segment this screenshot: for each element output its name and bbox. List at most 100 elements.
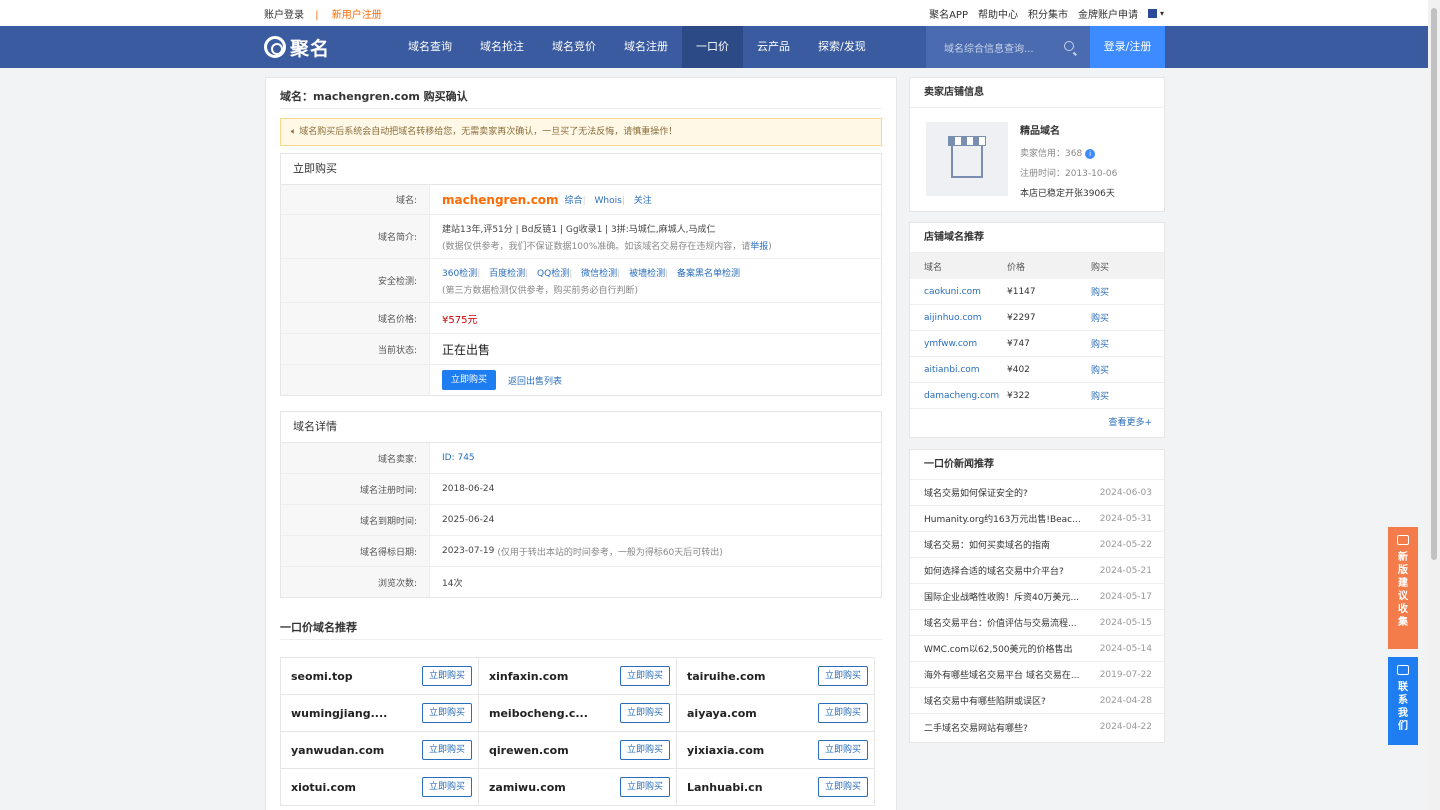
- check-wechat-link[interactable]: 微信检测: [581, 269, 617, 279]
- news-headline[interactable]: 二手域名交易网站有哪些?: [924, 721, 1082, 734]
- news-item[interactable]: 域名交易：如何买卖域名的指南 2024-05-22: [910, 532, 1164, 558]
- recommend-domain[interactable]: aiyaya.com: [687, 707, 757, 720]
- recommend-domain[interactable]: qirewen.com: [489, 744, 569, 757]
- store-domain-buy-link[interactable]: 购买: [1091, 389, 1151, 402]
- recommend-buy-button[interactable]: 立即购买: [817, 740, 868, 760]
- recommend-buy-button[interactable]: 立即购买: [619, 666, 670, 686]
- news-date: 2024-05-22: [1099, 539, 1152, 550]
- recommend-domain[interactable]: yanwudan.com: [291, 744, 384, 757]
- points-link[interactable]: 积分集市: [1028, 6, 1068, 21]
- recommend-buy-button[interactable]: 立即购买: [421, 740, 472, 760]
- recommend-buy-button[interactable]: 立即购买: [619, 703, 670, 723]
- nav-domain-snap[interactable]: 域名抢注: [466, 26, 538, 68]
- check-baidu-link[interactable]: 百度检测: [489, 269, 525, 279]
- store-domain-link[interactable]: damacheng.com: [910, 391, 1007, 401]
- recommend-domain[interactable]: xiotui.com: [291, 781, 356, 794]
- domain-price: ¥575元: [442, 314, 478, 326]
- overview-link[interactable]: 综合: [565, 196, 583, 206]
- recommend-domain[interactable]: seomi.top: [291, 670, 353, 683]
- news-date: 2024-04-28: [1099, 695, 1152, 706]
- recommend-domain[interactable]: meibocheng.c...: [489, 707, 588, 720]
- check-blacklist-link[interactable]: 备案黑名单检测: [677, 269, 740, 279]
- nav-cloud[interactable]: 云产品: [743, 26, 804, 68]
- store-domain-buy-link[interactable]: 购买: [1091, 311, 1151, 324]
- app-link[interactable]: 聚名APP: [929, 6, 968, 21]
- recommend-buy-button[interactable]: 立即购买: [817, 703, 868, 723]
- search-icon[interactable]: [1064, 41, 1074, 51]
- help-link[interactable]: 帮助中心: [978, 6, 1018, 21]
- news-item[interactable]: WMC.com以62,500美元的价格售出 2024-05-14: [910, 636, 1164, 662]
- buy-now-button[interactable]: 立即购买: [442, 370, 497, 390]
- news-item[interactable]: 国际企业战略性收购！斥资40万美元... 2024-05-17: [910, 584, 1164, 610]
- back-to-list-link[interactable]: 返回出售列表: [508, 374, 562, 387]
- recommend-domain[interactable]: tairuihe.com: [687, 670, 766, 683]
- news-headline[interactable]: 域名交易：如何买卖域名的指南: [924, 538, 1082, 551]
- check-qq-link[interactable]: QQ检测: [537, 269, 569, 279]
- theme-swatch-icon[interactable]: [1147, 8, 1157, 18]
- login-register-button[interactable]: 登录/注册: [1090, 26, 1165, 68]
- seller-id-link[interactable]: ID: 745: [442, 453, 475, 463]
- register-link[interactable]: 新用户注册: [332, 10, 382, 21]
- recommend-domain[interactable]: zamiwu.com: [489, 781, 566, 794]
- recommend-buy-button[interactable]: 立即购买: [421, 666, 472, 686]
- see-more-link[interactable]: 查看更多+: [910, 409, 1164, 437]
- check-360-link[interactable]: 360检测: [442, 269, 477, 279]
- news-item[interactable]: 二手域名交易网站有哪些? 2024-04-22: [910, 714, 1164, 740]
- news-headline[interactable]: 国际企业战略性收购！斥资40万美元...: [924, 590, 1082, 603]
- news-headline[interactable]: 如何选择合适的域名交易中介平台?: [924, 564, 1082, 577]
- whois-link[interactable]: Whois: [595, 196, 622, 206]
- nav-fixed-price[interactable]: 一口价: [682, 26, 743, 68]
- recommend-buy-button[interactable]: 立即购买: [817, 777, 868, 797]
- nav-domain-search[interactable]: 域名查询: [394, 26, 466, 68]
- recommend-domain[interactable]: xinfaxin.com: [489, 670, 568, 683]
- store-domain-buy-link[interactable]: 购买: [1091, 337, 1151, 350]
- news-item[interactable]: Humanity.org约163万元出售!Beac... 2024-05-31: [910, 506, 1164, 532]
- news-headline[interactable]: WMC.com以62,500美元的价格售出: [924, 642, 1082, 655]
- news-item[interactable]: 域名交易如何保证安全的? 2024-06-03: [910, 480, 1164, 506]
- nav-explore[interactable]: 探索/发现: [804, 26, 880, 68]
- news-item[interactable]: 域名交易平台：价值评估与交易流程... 2024-05-15: [910, 610, 1164, 636]
- store-domain-link[interactable]: aitianbi.com: [910, 365, 1007, 375]
- recommend-buy-button[interactable]: 立即购买: [421, 777, 472, 797]
- news-headline[interactable]: 域名交易中有哪些陷阱或误区?: [924, 694, 1082, 707]
- store-domain-link[interactable]: ymfww.com: [910, 339, 1007, 349]
- nav-domain-auction[interactable]: 域名竞价: [538, 26, 610, 68]
- news-headline[interactable]: 域名交易平台：价值评估与交易流程...: [924, 616, 1082, 629]
- store-domain-link[interactable]: aijinhuo.com: [910, 313, 1007, 323]
- recommend-domain[interactable]: wumingjiang....: [291, 707, 387, 720]
- store-name[interactable]: 精品域名: [1020, 122, 1117, 142]
- store-domain-buy-link[interactable]: 购买: [1091, 363, 1151, 376]
- reg-date: 2018-06-24: [442, 484, 495, 494]
- news-item[interactable]: 域名交易中有哪些陷阱或误区? 2024-04-28: [910, 688, 1164, 714]
- recommend-buy-button[interactable]: 立即购买: [619, 740, 670, 760]
- detail-panel: 域名详情 域名卖家: ID: 745 域名注册时间: 2018-06-24 域名到期…: [280, 411, 882, 598]
- nav-domain-register[interactable]: 域名注册: [610, 26, 682, 68]
- chevron-down-icon[interactable]: ▾: [1160, 9, 1164, 18]
- brand-logo[interactable]: 聚名: [264, 34, 330, 60]
- recommend-item: tairuihe.com 立即购买: [677, 658, 875, 695]
- store-domain-link[interactable]: caokuni.com: [910, 287, 1007, 297]
- gold-account-link[interactable]: 金牌账户申请: [1078, 6, 1138, 21]
- store-domain-buy-link[interactable]: 购买: [1091, 285, 1151, 298]
- recommend-domain[interactable]: Lanhuabi.cn: [687, 781, 763, 794]
- news-item[interactable]: 如何选择合适的域名交易中介平台? 2024-05-21: [910, 558, 1164, 584]
- report-link[interactable]: 举报: [750, 242, 768, 252]
- news-headline[interactable]: 域名交易如何保证安全的?: [924, 486, 1082, 499]
- recommend-buy-button[interactable]: 立即购买: [817, 666, 868, 686]
- contact-button[interactable]: 联系我们: [1388, 657, 1418, 745]
- table-row: ymfww.com ¥747 购买: [910, 331, 1164, 357]
- info-icon[interactable]: i: [1085, 148, 1096, 159]
- scrollbar[interactable]: [1428, 0, 1440, 810]
- news-date: 2024-05-21: [1099, 565, 1152, 576]
- recommend-buy-button[interactable]: 立即购买: [619, 777, 670, 797]
- recommend-buy-button[interactable]: 立即购买: [421, 703, 472, 723]
- news-headline[interactable]: 海外有哪些域名交易平台 域名交易在...: [924, 668, 1082, 681]
- login-link[interactable]: 账户登录: [264, 10, 304, 21]
- recommend-domain[interactable]: yixiaxia.com: [687, 744, 764, 757]
- feedback-button[interactable]: 新版建议收集: [1388, 527, 1418, 649]
- check-blocked-link[interactable]: 被墙检测: [629, 269, 665, 279]
- search-input[interactable]: 域名综合信息查询...: [926, 26, 1090, 68]
- news-item[interactable]: 海外有哪些域名交易平台 域名交易在... 2019-07-22: [910, 662, 1164, 688]
- follow-link[interactable]: 关注: [634, 196, 652, 206]
- news-headline[interactable]: Humanity.org约163万元出售!Beac...: [924, 512, 1082, 525]
